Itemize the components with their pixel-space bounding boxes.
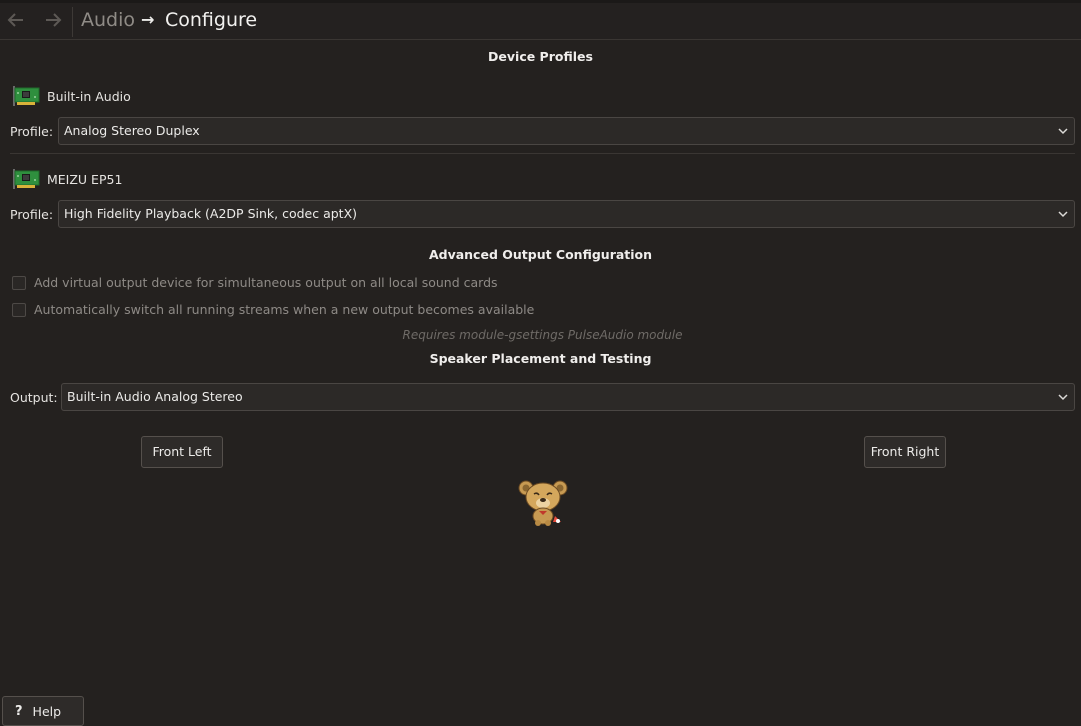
forward-button[interactable] bbox=[42, 10, 64, 32]
virtual-output-option[interactable]: Add virtual output device for simultaneo… bbox=[12, 275, 498, 290]
checkbox-label: Add virtual output device for simultaneo… bbox=[34, 275, 498, 290]
device-profiles-title: Device Profiles bbox=[488, 49, 593, 64]
sound-card-icon bbox=[13, 169, 40, 189]
help-label: Help bbox=[32, 703, 62, 719]
front-left-button[interactable]: Front Left bbox=[141, 436, 223, 468]
auto-switch-option[interactable]: Automatically switch all running streams… bbox=[12, 302, 534, 317]
header-bar: Audio → Configure bbox=[0, 0, 1081, 40]
profile-label: Profile: bbox=[10, 207, 54, 222]
back-button[interactable] bbox=[5, 10, 27, 32]
speaker-testing-title: Speaker Placement and Testing bbox=[429, 351, 652, 366]
bear-listener-icon bbox=[518, 480, 568, 526]
profile-value: High Fidelity Playback (A2DP Sink, codec… bbox=[64, 206, 358, 221]
chevron-down-icon bbox=[1058, 211, 1068, 218]
device-name: Built-in Audio bbox=[47, 88, 131, 104]
arrow-right-icon bbox=[46, 13, 62, 27]
output-label: Output: bbox=[10, 390, 58, 405]
device-name: MEIZU EP51 bbox=[47, 171, 123, 187]
breadcrumb-audio[interactable]: Audio bbox=[81, 9, 135, 31]
sound-card-icon bbox=[13, 86, 40, 106]
section-divider bbox=[10, 153, 1075, 154]
output-select[interactable]: Built-in Audio Analog Stereo bbox=[61, 383, 1075, 411]
device-meizu-ep51: MEIZU EP51 bbox=[12, 167, 122, 191]
page-title: Configure bbox=[165, 9, 258, 31]
virtual-output-checkbox[interactable] bbox=[12, 275, 26, 290]
chevron-down-icon bbox=[1058, 128, 1068, 135]
profile-label: Profile: bbox=[10, 124, 54, 139]
module-requirement-note: Requires module-gsettings PulseAudio mod… bbox=[402, 328, 683, 342]
help-icon: ? bbox=[15, 703, 23, 719]
auto-switch-checkbox[interactable] bbox=[12, 302, 26, 317]
profile-value: Analog Stereo Duplex bbox=[64, 123, 200, 138]
checkbox-label: Automatically switch all running streams… bbox=[34, 302, 535, 317]
meizu-profile-select[interactable]: High Fidelity Playback (A2DP Sink, codec… bbox=[58, 200, 1075, 228]
built-in-audio-profile-select[interactable]: Analog Stereo Duplex bbox=[58, 117, 1075, 145]
breadcrumb-arrow-icon: → bbox=[141, 10, 155, 29]
chevron-down-icon bbox=[1058, 394, 1068, 401]
nav-separator bbox=[72, 7, 73, 37]
help-button[interactable]: ? Help bbox=[2, 696, 84, 726]
arrow-left-icon bbox=[7, 13, 23, 27]
advanced-output-title: Advanced Output Configuration bbox=[428, 247, 653, 262]
front-right-button[interactable]: Front Right bbox=[864, 436, 946, 468]
output-value: Built-in Audio Analog Stereo bbox=[67, 389, 243, 404]
device-built-in-audio: Built-in Audio bbox=[12, 84, 131, 108]
